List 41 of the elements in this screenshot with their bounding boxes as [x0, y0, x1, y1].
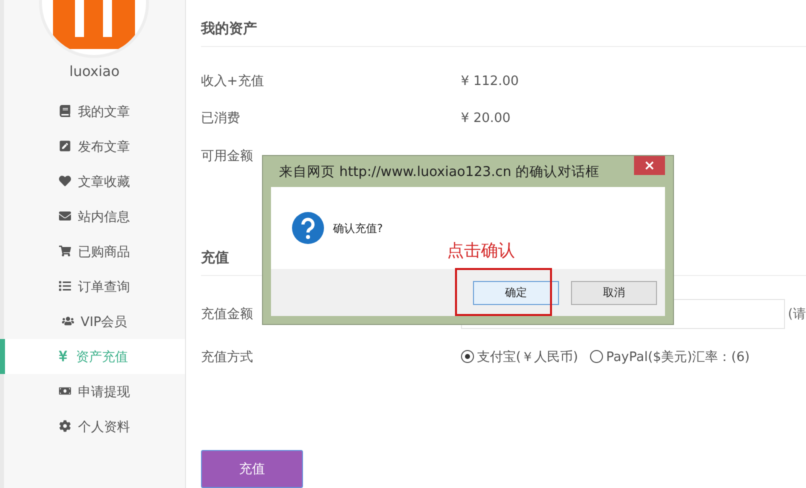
hint-text: (请 — [788, 306, 806, 323]
menu-icon — [58, 280, 72, 293]
menu-icon — [58, 105, 72, 118]
radio-icon[interactable] — [590, 350, 604, 364]
section-title: 我的资产 — [200, 0, 806, 47]
menu-icon — [56, 350, 70, 363]
amount-value: ¥ 20.00 — [460, 110, 511, 126]
sidebar-item[interactable]: 发布文章 — [4, 129, 185, 164]
close-button[interactable] — [634, 156, 665, 175]
field-label: 已消费 — [200, 110, 241, 128]
field-label: 可用金额 — [200, 148, 254, 165]
menu-icon — [58, 140, 72, 153]
radio-option[interactable]: 支付宝(￥人民币) — [460, 348, 578, 366]
confirm-button[interactable]: 确定 — [473, 280, 559, 304]
menu-icon — [58, 175, 72, 188]
field-label: 收入+充值 — [200, 73, 265, 90]
sidebar-item[interactable]: 申请提现 — [4, 374, 185, 409]
menu-icon — [58, 210, 72, 223]
sidebar-item[interactable]: 我的文章 — [4, 94, 185, 129]
sidebar-item[interactable]: VIP会员 — [4, 304, 185, 339]
radio-icon[interactable] — [460, 350, 474, 364]
close-icon — [645, 161, 654, 170]
recharge-button[interactable]: 充值 — [200, 450, 303, 488]
sidebar-item[interactable]: 文章收藏 — [4, 164, 185, 199]
sidebar-item[interactable]: 订单查询 — [4, 269, 185, 304]
sidebar-item[interactable]: 个人资料 — [4, 409, 185, 444]
menu-icon — [62, 315, 75, 328]
question-icon — [292, 212, 324, 244]
sidebar-item[interactable]: 已购商品 — [4, 234, 185, 269]
field-label: 充值方式 — [200, 348, 254, 366]
amount-value: ¥ 112.00 — [460, 74, 519, 89]
field-label: 充值金额 — [200, 306, 254, 323]
menu-icon — [58, 420, 72, 433]
sidebar-item[interactable]: 站内信息 — [4, 199, 185, 234]
dialog-message: 确认充值? — [333, 220, 383, 236]
radio-option[interactable]: PayPal($美元)汇率：(6) — [590, 348, 750, 366]
annotation-text: 点击确认 — [447, 240, 515, 262]
menu-icon — [58, 245, 72, 258]
username: luoxiao — [69, 64, 120, 82]
cancel-button[interactable]: 取消 — [571, 280, 657, 304]
dialog-title: 来自网页 http://www.luoxiao123.cn 的确认对话框 — [278, 162, 600, 180]
